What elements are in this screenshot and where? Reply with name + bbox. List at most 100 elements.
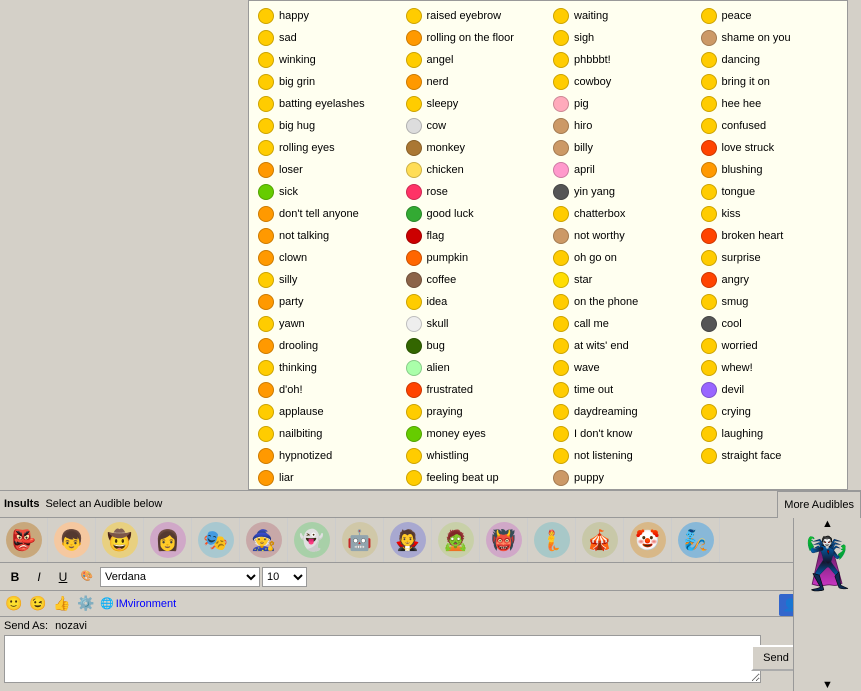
emoji-item-chatterbox[interactable]: chatterbox bbox=[548, 203, 696, 225]
emoji-item-dont_tell_anyone[interactable]: don't tell anyone bbox=[253, 203, 401, 225]
emoji-item-hiro[interactable]: hiro bbox=[548, 115, 696, 137]
emoji-item-applause[interactable]: applause bbox=[253, 401, 401, 423]
imvironment-button[interactable]: 🌐 IMvironment bbox=[100, 597, 176, 610]
emoji-item-oh_go_on[interactable]: oh go on bbox=[548, 247, 696, 269]
emoji-item-not_talking[interactable]: not talking bbox=[253, 225, 401, 247]
audible-icon-14[interactable]: 🧞 bbox=[672, 518, 720, 563]
emoji-item-wave[interactable]: wave bbox=[548, 357, 696, 379]
emoji-item-big_hug[interactable]: big hug bbox=[253, 115, 401, 137]
emoji-item-loser[interactable]: loser bbox=[253, 159, 401, 181]
emoji-item-bug[interactable]: bug bbox=[401, 335, 549, 357]
emoji-item-devil[interactable]: devil bbox=[696, 379, 844, 401]
emoji-item-i_dont_know[interactable]: I don't know bbox=[548, 423, 696, 445]
emoji-item-pumpkin[interactable]: pumpkin bbox=[401, 247, 549, 269]
emoji-item-angry[interactable]: angry bbox=[696, 269, 844, 291]
emoji-item-worried[interactable]: worried bbox=[696, 335, 844, 357]
emoji-item-sleepy[interactable]: sleepy bbox=[401, 93, 549, 115]
audible-icon-3[interactable]: 👩 bbox=[144, 518, 192, 563]
color-button[interactable]: 🎨 bbox=[76, 566, 98, 588]
emoji-item-whistling[interactable]: whistling bbox=[401, 445, 549, 467]
emoji-item-sick[interactable]: sick bbox=[253, 181, 401, 203]
emoji-item-nailbiting[interactable]: nailbiting bbox=[253, 423, 401, 445]
font-size-select[interactable]: 10 bbox=[262, 567, 307, 587]
emoji-item-tongue[interactable]: tongue bbox=[696, 181, 844, 203]
emoji-item-alien[interactable]: alien bbox=[401, 357, 549, 379]
emoji-item-pig[interactable]: pig bbox=[548, 93, 696, 115]
emoji-item-april[interactable]: april bbox=[548, 159, 696, 181]
emoji-item-laughing[interactable]: laughing bbox=[696, 423, 844, 445]
emoji-item-big_grin[interactable]: big grin bbox=[253, 71, 401, 93]
emoji-item-love_struck[interactable]: love struck bbox=[696, 137, 844, 159]
emoji-item-call_me[interactable]: call me bbox=[548, 313, 696, 335]
emoji-item-cowboy[interactable]: cowboy bbox=[548, 71, 696, 93]
emoji-item-flag[interactable]: flag bbox=[401, 225, 549, 247]
italic-button[interactable]: I bbox=[28, 566, 50, 588]
emoji-item-nerd[interactable]: nerd bbox=[401, 71, 549, 93]
emoji-item-sad[interactable]: sad bbox=[253, 27, 401, 49]
underline-button[interactable]: U bbox=[52, 566, 74, 588]
emoji-item-feeling_beat_up[interactable]: feeling beat up bbox=[401, 467, 549, 489]
thumbsup-button[interactable]: 👍 bbox=[52, 594, 72, 614]
emoji-item-yin_yang[interactable]: yin yang bbox=[548, 181, 696, 203]
emoji-item-at_wits_end[interactable]: at wits' end bbox=[548, 335, 696, 357]
audible-icon-9[interactable]: 🧟 bbox=[432, 518, 480, 563]
emoji-item-party[interactable]: party bbox=[253, 291, 401, 313]
emoji-item-phbbbt[interactable]: phbbbt! bbox=[548, 49, 696, 71]
emoji-item-chicken[interactable]: chicken bbox=[401, 159, 549, 181]
emoji-item-winking[interactable]: winking bbox=[253, 49, 401, 71]
emoji-item-skull[interactable]: skull bbox=[401, 313, 549, 335]
emoji-item-frustrated[interactable]: frustrated bbox=[401, 379, 549, 401]
audible-icon-6[interactable]: 👻 bbox=[288, 518, 336, 563]
emoji-item-surprise[interactable]: surprise bbox=[696, 247, 844, 269]
avatar-scroll-down[interactable]: ▼ bbox=[794, 679, 861, 691]
message-input[interactable] bbox=[4, 635, 761, 683]
emoji-item-time_out[interactable]: time out bbox=[548, 379, 696, 401]
emoji-item-rolling_on_floor[interactable]: rolling on the floor bbox=[401, 27, 549, 49]
emoji-item-yawn[interactable]: yawn bbox=[253, 313, 401, 335]
emoji-item-money_eyes[interactable]: money eyes bbox=[401, 423, 549, 445]
emoji-item-not_worthy[interactable]: not worthy bbox=[548, 225, 696, 247]
audible-icon-1[interactable]: 👦 bbox=[48, 518, 96, 563]
audible-icon-4[interactable]: 🎭 bbox=[192, 518, 240, 563]
emoji-item-monkey[interactable]: monkey bbox=[401, 137, 549, 159]
emoji-item-thinking[interactable]: thinking bbox=[253, 357, 401, 379]
emoji-item-on_the_phone[interactable]: on the phone bbox=[548, 291, 696, 313]
emoji-item-blushing[interactable]: blushing bbox=[696, 159, 844, 181]
emoji-item-sigh[interactable]: sigh bbox=[548, 27, 696, 49]
audible-icon-0[interactable]: 👺 bbox=[0, 518, 48, 563]
emoji-item-billy[interactable]: billy bbox=[548, 137, 696, 159]
audible-icon-5[interactable]: 🧙 bbox=[240, 518, 288, 563]
emoji-item-rolling_eyes[interactable]: rolling eyes bbox=[253, 137, 401, 159]
emoji-item-waiting[interactable]: waiting bbox=[548, 5, 696, 27]
emoji-item-not_listening[interactable]: not listening bbox=[548, 445, 696, 467]
emoji-item-smug[interactable]: smug bbox=[696, 291, 844, 313]
emoji-item-good_luck[interactable]: good luck bbox=[401, 203, 549, 225]
emoji-item-cow[interactable]: cow bbox=[401, 115, 549, 137]
emoji-item-doh[interactable]: d'oh! bbox=[253, 379, 401, 401]
emoji-item-cool[interactable]: cool bbox=[696, 313, 844, 335]
bold-button[interactable]: B bbox=[4, 566, 26, 588]
audible-icon-8[interactable]: 🧛 bbox=[384, 518, 432, 563]
emoji-item-shame_on_you[interactable]: shame on you bbox=[696, 27, 844, 49]
emoji-item-raised_eyebrow[interactable]: raised eyebrow bbox=[401, 5, 549, 27]
emoji-item-peace[interactable]: peace bbox=[696, 5, 844, 27]
emoji-item-hypnotized[interactable]: hypnotized bbox=[253, 445, 401, 467]
audible-icon-7[interactable]: 🤖 bbox=[336, 518, 384, 563]
audible-icon-11[interactable]: 🧜 bbox=[528, 518, 576, 563]
more-audibles-button[interactable]: More Audibles bbox=[777, 491, 861, 519]
emoji-item-daydreaming[interactable]: daydreaming bbox=[548, 401, 696, 423]
emoji-item-idea[interactable]: idea bbox=[401, 291, 549, 313]
emoji-item-dancing[interactable]: dancing bbox=[696, 49, 844, 71]
emoji-item-broken_heart[interactable]: broken heart bbox=[696, 225, 844, 247]
emoji-item-happy[interactable]: happy bbox=[253, 5, 401, 27]
emoji-item-star[interactable]: star bbox=[548, 269, 696, 291]
emoji-item-angel[interactable]: angel bbox=[401, 49, 549, 71]
audible-icon-13[interactable]: 🤡 bbox=[624, 518, 672, 563]
audible-icon-2[interactable]: 🤠 bbox=[96, 518, 144, 563]
emoji-item-clown[interactable]: clown bbox=[253, 247, 401, 269]
settings-button[interactable]: ⚙️ bbox=[76, 594, 96, 614]
emoji-item-liar[interactable]: liar bbox=[253, 467, 401, 489]
emoji-item-straight_face[interactable]: straight face bbox=[696, 445, 844, 467]
emoji-item-kiss[interactable]: kiss bbox=[696, 203, 844, 225]
emoji-item-whew[interactable]: whew! bbox=[696, 357, 844, 379]
